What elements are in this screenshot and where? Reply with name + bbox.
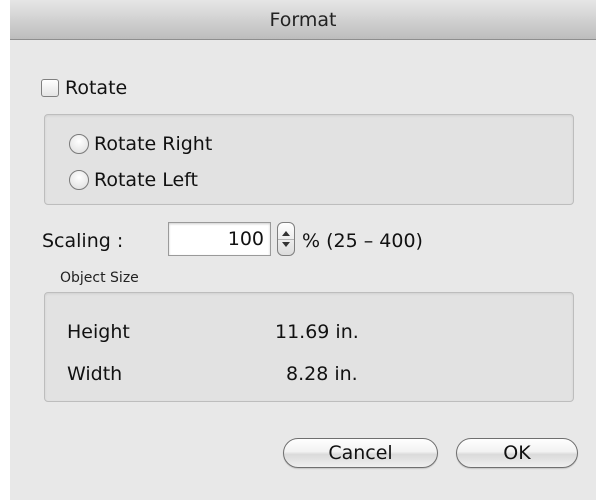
stepper-up-icon[interactable] [282,231,290,236]
object-size-caption: Object Size [60,270,139,286]
width-label: Width [67,363,123,385]
height-label: Height [67,321,130,343]
scaling-range-text: % (25 – 400) [302,230,423,252]
format-dialog: Format Rotate Rotate Right Rotate Left S… [10,0,596,500]
rotate-checkbox-label[interactable]: Rotate [65,77,127,99]
rotate-checkbox-row[interactable]: Rotate [41,76,127,100]
cancel-button[interactable]: Cancel [283,438,438,468]
rotate-left-option[interactable]: Rotate Left [69,167,198,193]
rotate-right-radio[interactable] [69,134,89,154]
ok-button[interactable]: OK [456,438,578,468]
rotate-right-label[interactable]: Rotate Right [94,133,212,155]
stepper-down-icon[interactable] [282,242,290,247]
stepper-divider [278,239,294,240]
scaling-input[interactable]: 100 [168,222,271,256]
rotate-left-label[interactable]: Rotate Left [94,169,198,191]
rotate-right-option[interactable]: Rotate Right [69,131,212,157]
height-value: 11.69 in. [275,321,359,343]
width-value: 8.28 in. [286,363,358,385]
rotate-options-group: Rotate Right Rotate Left [44,114,574,205]
scaling-label: Scaling : [42,230,124,252]
scaling-stepper[interactable] [277,222,295,256]
dialog-title: Format [10,0,596,40]
rotate-checkbox[interactable] [41,79,59,97]
object-size-group: Height 11.69 in. Width 8.28 in. [44,292,574,402]
rotate-left-radio[interactable] [69,170,89,190]
